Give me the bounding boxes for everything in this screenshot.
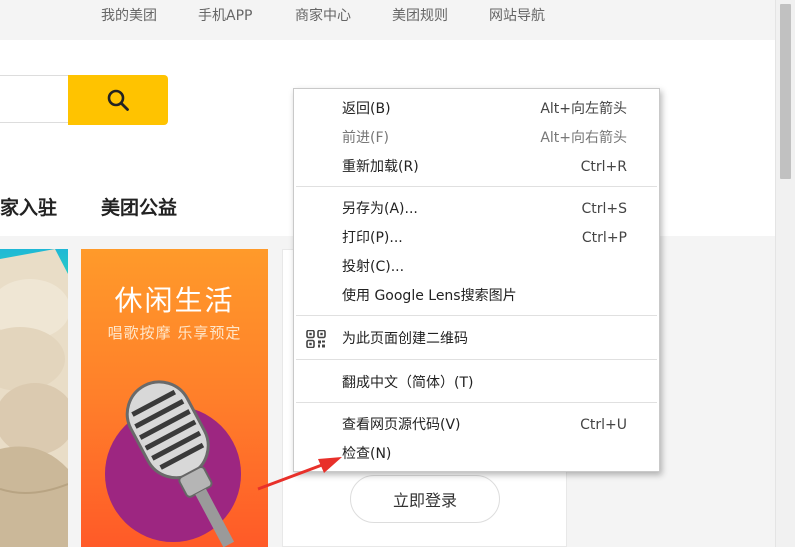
menu-item-google-lens-label: 使用 Google Lens搜索图片 <box>342 288 517 304</box>
menu-item-save-as[interactable]: 另存为(A)... Ctrl+S <box>294 195 659 223</box>
menu-item-print-label: 打印(P)... <box>342 230 403 246</box>
menu-separator <box>296 315 657 316</box>
search-button[interactable] <box>68 75 168 125</box>
menu-item-create-qr[interactable]: 为此页面创建二维码 <box>294 325 659 353</box>
top-nav-my-meituan[interactable]: 我的美团 <box>101 6 157 26</box>
pillow-image <box>0 249 68 547</box>
leisure-card[interactable]: 休闲生活 唱歌按摩 乐享预定 <box>81 249 268 547</box>
menu-item-inspect-label: 检查(N) <box>342 446 392 462</box>
menu-item-forward-shortcut: Alt+向右箭头 <box>540 130 627 146</box>
menu-item-save-as-label: 另存为(A)... <box>342 201 418 217</box>
top-nav-merchant-center[interactable]: 商家中心 <box>295 6 351 26</box>
leisure-subtitle: 唱歌按摩 乐享预定 <box>107 324 242 342</box>
menu-item-print[interactable]: 打印(P)... Ctrl+P <box>294 224 659 252</box>
scrollbar-thumb[interactable] <box>780 4 791 179</box>
top-nav: 我的美团 手机APP 商家中心 美团规则 网站导航 <box>0 0 775 40</box>
menu-item-save-as-shortcut: Ctrl+S <box>581 201 627 217</box>
category-merchant-join[interactable]: 家入驻 <box>0 195 57 221</box>
menu-item-back[interactable]: 返回(B) Alt+向左箭头 <box>294 95 659 123</box>
menu-item-forward-label: 前进(F) <box>342 130 389 146</box>
menu-item-print-shortcut: Ctrl+P <box>581 230 627 246</box>
leisure-title: 休闲生活 <box>114 284 235 317</box>
menu-separator <box>296 402 657 403</box>
microphone-image <box>105 380 241 547</box>
menu-separator <box>296 359 657 360</box>
menu-item-cast-label: 投射(C)... <box>342 259 405 275</box>
menu-item-google-lens[interactable]: 使用 Google Lens搜索图片 <box>294 282 659 310</box>
search-icon <box>107 89 129 111</box>
menu-item-translate-label: 翻成中文（简体）(T) <box>342 375 474 391</box>
context-menu: 返回(B) Alt+向左箭头 前进(F) Alt+向右箭头 重新加载(R) Ct… <box>293 88 660 472</box>
menu-item-view-source-label: 查看网页源代码(V) <box>342 417 461 433</box>
login-button[interactable]: 立即登录 <box>350 475 500 523</box>
menu-item-forward[interactable]: 前进(F) Alt+向右箭头 <box>294 124 659 152</box>
top-nav-rules[interactable]: 美团规则 <box>392 6 448 26</box>
scrollbar[interactable] <box>775 0 795 547</box>
menu-item-view-source-shortcut: Ctrl+U <box>580 417 627 433</box>
category-public-welfare[interactable]: 美团公益 <box>101 195 177 221</box>
menu-separator <box>296 186 657 187</box>
menu-item-translate[interactable]: 翻成中文（简体）(T) <box>294 369 659 397</box>
menu-item-view-source[interactable]: 查看网页源代码(V) Ctrl+U <box>294 411 659 439</box>
top-nav-mobile-app[interactable]: 手机APP <box>198 6 252 26</box>
top-nav-site-guide[interactable]: 网站导航 <box>489 6 545 26</box>
hotel-card[interactable] <box>0 249 68 547</box>
menu-item-reload[interactable]: 重新加载(R) Ctrl+R <box>294 153 659 181</box>
search-input[interactable] <box>0 75 70 123</box>
menu-item-cast[interactable]: 投射(C)... <box>294 253 659 281</box>
menu-item-reload-shortcut: Ctrl+R <box>580 159 627 175</box>
menu-item-inspect[interactable]: 检查(N) <box>294 440 659 468</box>
menu-item-back-label: 返回(B) <box>342 101 391 117</box>
menu-item-reload-label: 重新加载(R) <box>342 159 419 175</box>
menu-item-back-shortcut: Alt+向左箭头 <box>540 101 627 117</box>
menu-item-create-qr-label: 为此页面创建二维码 <box>342 331 468 347</box>
qr-code-icon <box>306 330 326 348</box>
